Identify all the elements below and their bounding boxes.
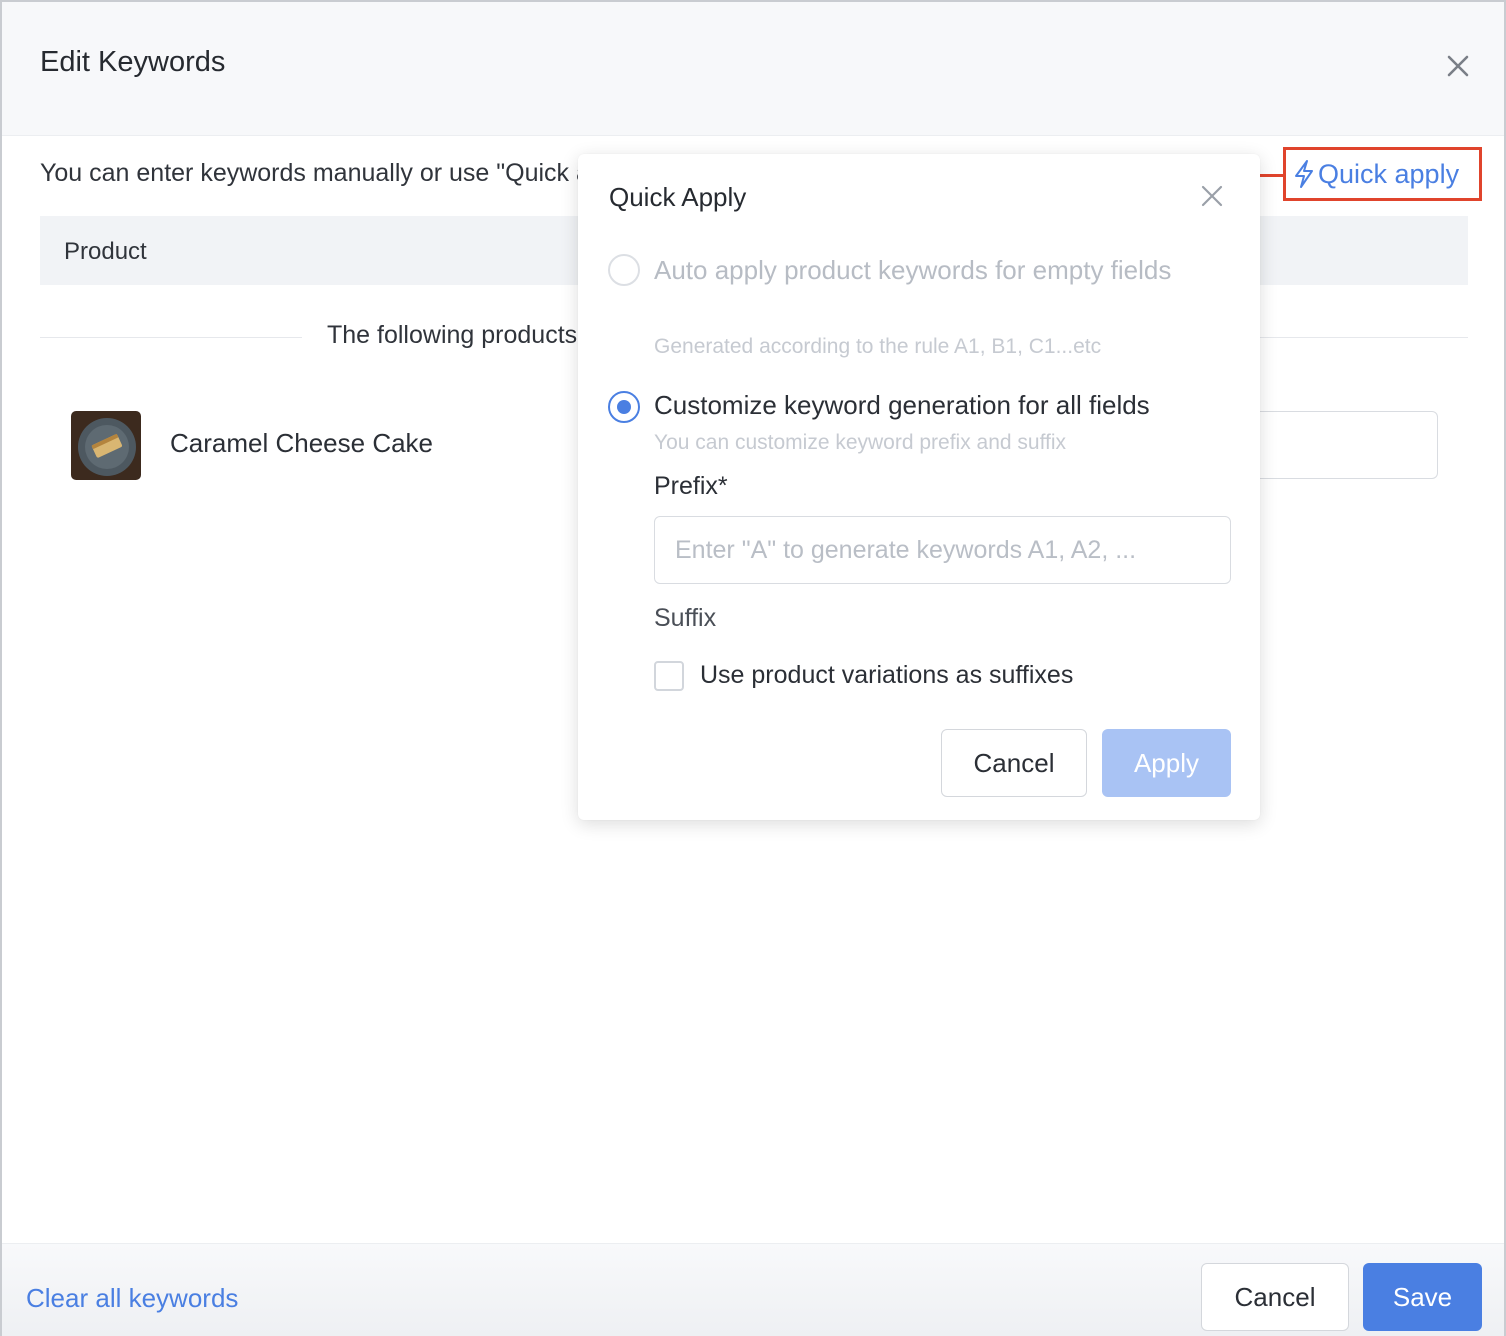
auto-apply-description: Generated according to the rule A1, B1, … — [654, 335, 1102, 358]
auto-apply-label: Auto apply product keywords for empty fi… — [654, 255, 1172, 285]
section-caption: The following products — [327, 321, 578, 349]
prefix-label: Prefix* — [654, 472, 728, 500]
save-button[interactable]: Save — [1363, 1263, 1482, 1331]
product-keyword-input[interactable] — [1252, 411, 1438, 479]
product-thumbnail — [71, 411, 141, 480]
close-icon — [1201, 185, 1223, 207]
radio-dot — [617, 400, 631, 414]
suffix-label: Suffix — [654, 604, 717, 632]
auto-apply-radio[interactable] — [608, 254, 640, 286]
popover-cancel-button[interactable]: Cancel — [941, 729, 1087, 797]
section-divider — [1260, 337, 1468, 338]
clear-all-keywords-link[interactable]: Clear all keywords — [26, 1283, 238, 1314]
customize-label: Customize keyword generation for all fie… — [654, 390, 1150, 420]
suffix-variations-label: Use product variations as suffixes — [700, 661, 1074, 689]
popover-title: Quick Apply — [609, 182, 747, 212]
popover-apply-button[interactable]: Apply — [1102, 729, 1231, 797]
lightning-icon — [1295, 160, 1313, 188]
customize-radio[interactable] — [608, 391, 640, 423]
instruction-text: You can enter keywords manually or use "… — [40, 159, 600, 187]
cancel-button[interactable]: Cancel — [1201, 1263, 1349, 1331]
dialog-footer: Clear all keywords Cancel Save — [2, 1243, 1504, 1336]
suffix-variations-checkbox[interactable] — [654, 661, 684, 691]
product-name: Caramel Cheese Cake — [170, 428, 434, 458]
quick-apply-label: Quick apply — [1318, 158, 1460, 189]
popover-close-button[interactable] — [1198, 182, 1226, 210]
section-divider — [40, 337, 302, 338]
dialog-close-button[interactable] — [1440, 48, 1476, 84]
quick-apply-link[interactable]: Quick apply — [1283, 147, 1482, 201]
customize-description: You can customize keyword prefix and suf… — [654, 431, 1067, 454]
dialog-title: Edit Keywords — [40, 46, 226, 78]
prefix-input[interactable] — [654, 516, 1231, 584]
column-header-product: Product — [64, 238, 147, 265]
dialog-header: Edit Keywords — [2, 2, 1504, 136]
close-icon — [1447, 55, 1469, 77]
quick-apply-popover: Quick Apply Auto apply product keywords … — [578, 154, 1260, 820]
